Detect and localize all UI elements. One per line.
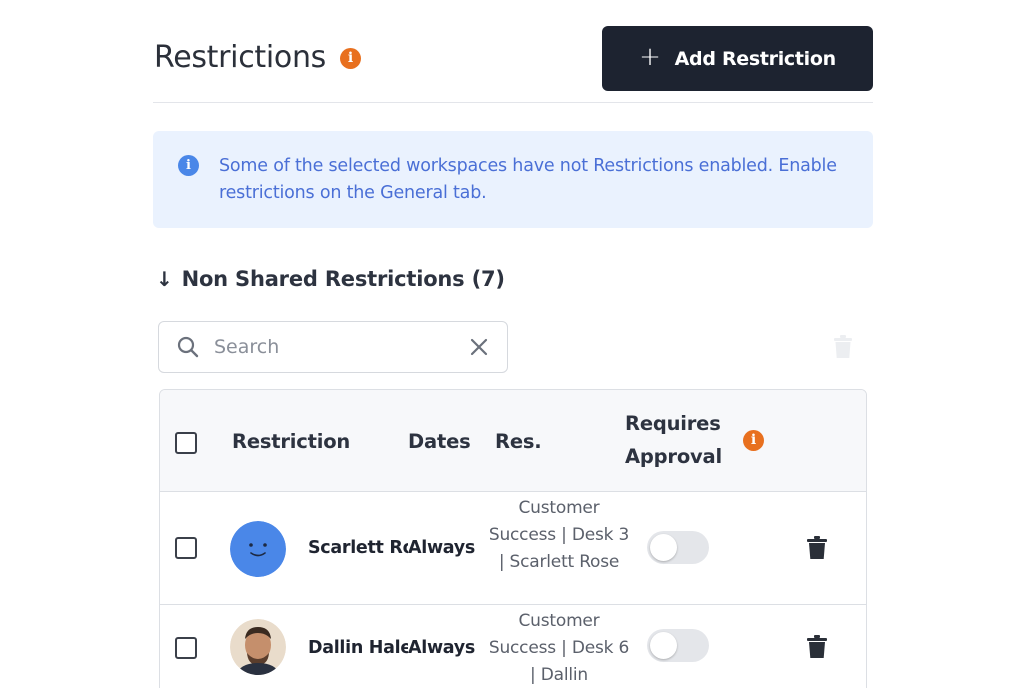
add-restriction-label: Add Restriction	[674, 47, 837, 70]
header-divider	[153, 102, 873, 103]
toggle-knob	[650, 534, 677, 561]
page-header: Restrictions i + Add Restriction	[153, 26, 873, 92]
column-dates[interactable]: Dates	[408, 430, 471, 453]
search-box	[158, 321, 508, 373]
restriction-dates: Always	[408, 638, 476, 658]
restriction-dates: Always	[408, 538, 476, 558]
column-requires-approval-line2: Approval	[625, 445, 722, 468]
restriction-resource: Customer Success | Desk 6 | Dallin	[488, 611, 630, 685]
section-title: Non Shared Restrictions (7)	[181, 267, 505, 291]
column-res[interactable]: Res.	[495, 430, 542, 453]
banner-message: Some of the selected workspaces have not…	[219, 156, 837, 203]
requires-approval-toggle[interactable]	[647, 629, 709, 662]
close-icon[interactable]	[469, 337, 489, 357]
table-row: Scarlett Rose Always Customer Success | …	[160, 492, 866, 605]
page-title: Restrictions	[154, 40, 327, 75]
add-restriction-button[interactable]: + Add Restriction	[602, 26, 873, 91]
trash-icon[interactable]	[807, 635, 827, 659]
row-checkbox[interactable]	[175, 537, 197, 559]
table-header: Restriction Dates Res. Requires Approval…	[160, 390, 866, 492]
smiley-avatar	[230, 521, 286, 577]
info-icon[interactable]: i	[743, 430, 764, 451]
info-icon: i	[178, 155, 199, 176]
search-input[interactable]	[214, 333, 454, 361]
restriction-name[interactable]: Scarlett Rose	[308, 538, 408, 558]
section-toggle[interactable]: ↓ Non Shared Restrictions (7)	[156, 267, 505, 291]
restriction-name[interactable]: Dallin Hale	[308, 638, 408, 658]
bulk-delete-trash-icon[interactable]	[834, 335, 852, 359]
restrictions-table: Restriction Dates Res. Requires Approval…	[159, 389, 867, 688]
photo-avatar	[230, 619, 286, 675]
toggle-knob	[650, 632, 677, 659]
search-icon	[177, 336, 199, 358]
table-row: Dallin Hale Always Customer Success | De…	[160, 605, 866, 688]
arrow-down-icon: ↓	[156, 267, 173, 291]
plus-icon: +	[639, 42, 661, 72]
info-banner: i Some of the selected workspaces have n…	[153, 131, 873, 228]
row-checkbox[interactable]	[175, 637, 197, 659]
column-requires-approval-line1: Requires	[625, 412, 721, 435]
restriction-resource: Customer Success | Desk 3 | Scarlett Ros…	[488, 498, 630, 572]
select-all-checkbox[interactable]	[175, 432, 197, 454]
trash-icon[interactable]	[807, 536, 827, 560]
requires-approval-toggle[interactable]	[647, 531, 709, 564]
column-restriction[interactable]: Restriction	[232, 430, 350, 453]
info-icon[interactable]: i	[340, 48, 361, 69]
